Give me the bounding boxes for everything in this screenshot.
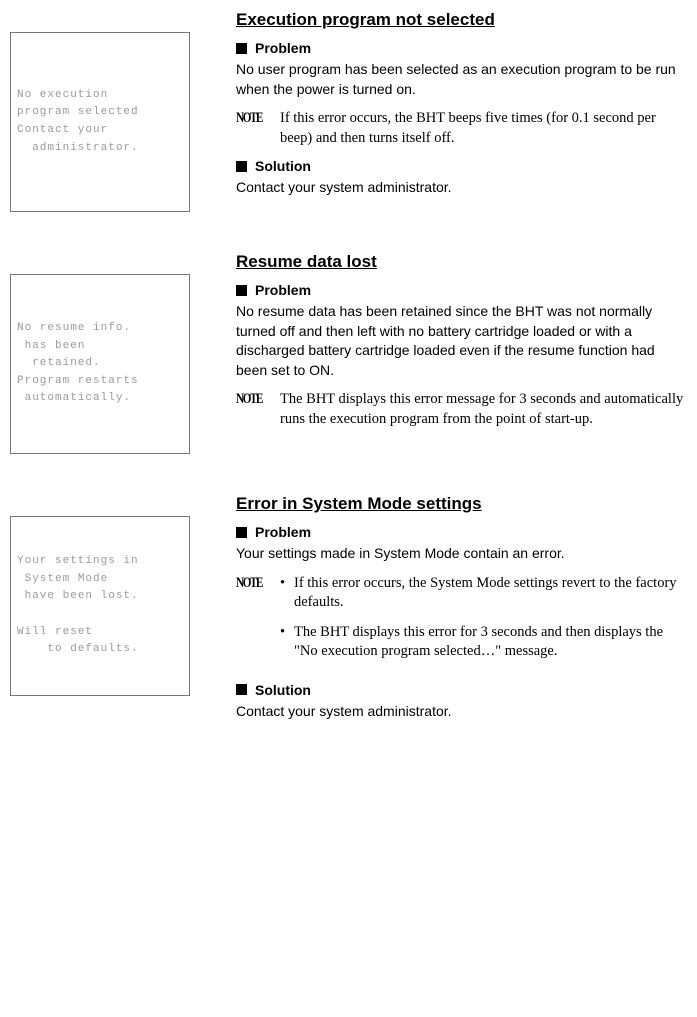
note-text: If this error occurs, the BHT beeps five… <box>280 109 687 148</box>
section-title: Error in System Mode settings <box>236 494 687 514</box>
note-list-container: If this error occurs, the System Mode se… <box>280 574 687 672</box>
bht-screen: No execution program selected Contact yo… <box>10 32 190 212</box>
note-block: NOTE If this error occurs, the System Mo… <box>236 574 687 672</box>
square-bullet-icon <box>236 43 247 54</box>
screen-illustration-container: No resume info. has been retained. Progr… <box>10 252 230 454</box>
square-bullet-icon <box>236 684 247 695</box>
screen-illustration-container: No execution program selected Contact yo… <box>10 10 230 212</box>
note-label: NOTE <box>236 109 269 127</box>
problem-heading: Problem <box>255 524 311 540</box>
solution-heading: Solution <box>255 682 311 698</box>
note-block: NOTE If this error occurs, the BHT beeps… <box>236 109 687 148</box>
section-title: Execution program not selected <box>236 10 687 30</box>
note-block: NOTE The BHT displays this error message… <box>236 390 687 429</box>
square-bullet-icon <box>236 161 247 172</box>
section-system-mode-error: Your settings in System Mode have been l… <box>10 494 687 721</box>
note-label: NOTE <box>236 574 269 592</box>
problem-text: Your settings made in System Mode contai… <box>236 544 687 564</box>
square-bullet-icon <box>236 527 247 538</box>
note-bullet-item: The BHT displays this error for 3 second… <box>280 623 687 662</box>
solution-heading: Solution <box>255 158 311 174</box>
square-bullet-icon <box>236 285 247 296</box>
screen-illustration-container: Your settings in System Mode have been l… <box>10 494 230 696</box>
solution-heading-row: Solution <box>236 158 687 174</box>
bht-screen: No resume info. has been retained. Progr… <box>10 274 190 454</box>
problem-heading: Problem <box>255 282 311 298</box>
problem-heading-row: Problem <box>236 524 687 540</box>
bht-screen: Your settings in System Mode have been l… <box>10 516 190 696</box>
bht-screen-text: No resume info. has been retained. Progr… <box>17 320 183 408</box>
note-label: NOTE <box>236 390 269 408</box>
problem-heading-row: Problem <box>236 40 687 56</box>
section-title: Resume data lost <box>236 252 687 272</box>
solution-text: Contact your system administrator. <box>236 702 687 722</box>
section-content: Execution program not selected Problem N… <box>230 10 687 208</box>
solution-heading-row: Solution <box>236 682 687 698</box>
problem-text: No resume data has been retained since t… <box>236 302 687 380</box>
problem-heading-row: Problem <box>236 282 687 298</box>
note-text: The BHT displays this error message for … <box>280 390 687 429</box>
bht-screen-text: No execution program selected Contact yo… <box>17 87 183 157</box>
section-execution-program: No execution program selected Contact yo… <box>10 10 687 212</box>
note-bullet-item: If this error occurs, the System Mode se… <box>280 574 687 613</box>
problem-text: No user program has been selected as an … <box>236 60 687 99</box>
section-resume-data-lost: No resume info. has been retained. Progr… <box>10 252 687 454</box>
bht-screen-text: Your settings in System Mode have been l… <box>17 553 183 659</box>
solution-text: Contact your system administrator. <box>236 178 687 198</box>
section-content: Resume data lost Problem No resume data … <box>230 252 687 440</box>
problem-heading: Problem <box>255 40 311 56</box>
section-content: Error in System Mode settings Problem Yo… <box>230 494 687 721</box>
